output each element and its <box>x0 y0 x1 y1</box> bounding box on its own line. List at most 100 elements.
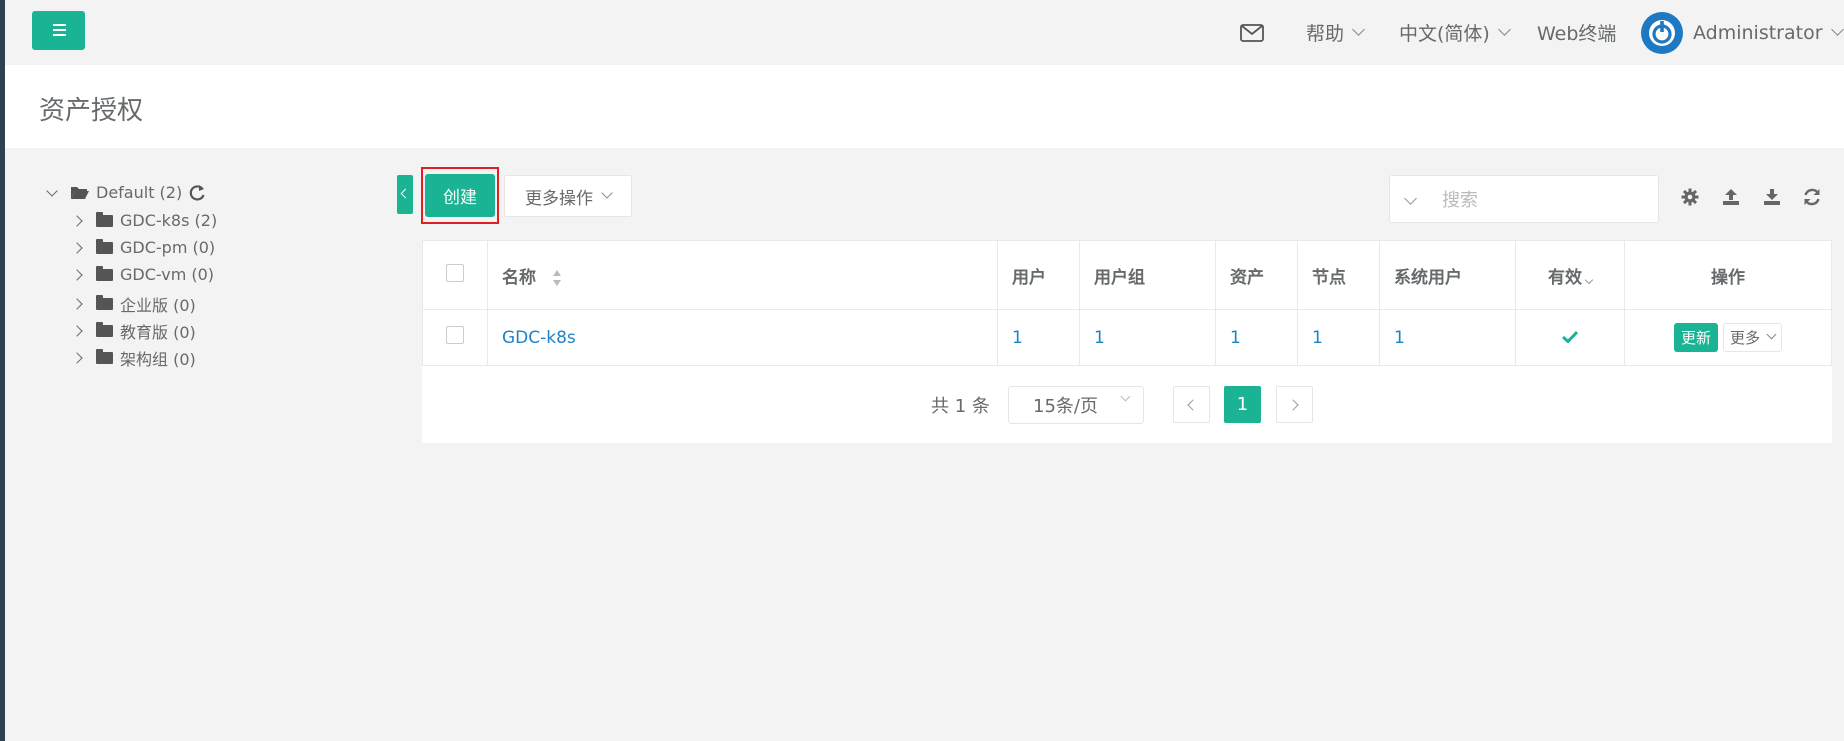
col-actions: 操作 <box>1624 240 1832 310</box>
cell-assets: 1 <box>1215 309 1298 366</box>
folder-icon <box>96 211 113 227</box>
download-icon[interactable] <box>1762 187 1782 207</box>
search-input[interactable] <box>1440 184 1644 216</box>
upload-icon[interactable] <box>1721 187 1741 207</box>
select-all-checkbox[interactable] <box>446 263 464 282</box>
col-valid-label: 有效 <box>1548 267 1582 288</box>
permission-name-link[interactable]: GDC-k8s <box>502 328 576 348</box>
more-actions-label: 更多操作 <box>525 188 593 209</box>
select-all-cell <box>422 240 488 310</box>
users-count-link[interactable]: 1 <box>1012 328 1023 348</box>
page-header: 资产授权 <box>5 65 1844 148</box>
tree-item-gdc-vm[interactable]: GDC-vm (0) <box>71 265 215 284</box>
tree-item-label: GDC-vm (0) <box>120 265 215 284</box>
col-nodes: 节点 <box>1297 240 1380 310</box>
chevron-down-icon <box>1497 23 1511 36</box>
tree-item-architecture[interactable]: 架构组 (0) <box>71 346 196 370</box>
cell-user-groups: 1 <box>1079 309 1216 366</box>
page-1-button[interactable]: 1 <box>1224 386 1261 423</box>
page-title: 资产授权 <box>39 96 144 126</box>
create-button[interactable]: 创建 <box>425 174 495 217</box>
power-icon <box>1649 19 1675 46</box>
col-users: 用户 <box>997 240 1080 310</box>
refresh-icon[interactable] <box>1802 187 1822 207</box>
caret-right-icon[interactable] <box>71 214 83 227</box>
top-navbar: 帮助 中文(简体) Web终端 Administrator <box>5 0 1844 65</box>
hamburger-icon <box>53 24 66 36</box>
user-groups-count-link[interactable]: 1 <box>1094 328 1105 348</box>
caret-right-icon[interactable] <box>71 352 83 364</box>
tree-item-label: 企业版 (0) <box>120 296 196 315</box>
tree-item-gdc-k8s[interactable]: GDC-k8s (2) <box>71 211 218 230</box>
table-row: GDC-k8s 1 1 1 1 1 更新 更多 <box>422 309 1832 366</box>
tree-item-label: GDC-pm (0) <box>120 238 216 257</box>
row-select-cell <box>422 309 488 366</box>
row-more-label: 更多 <box>1730 329 1761 347</box>
folder-icon <box>96 265 113 281</box>
more-actions-dropdown[interactable]: 更多操作 <box>504 175 632 217</box>
tree-root[interactable]: Default (2) <box>46 183 206 202</box>
current-page: 1 <box>1236 394 1249 415</box>
nodes-count-link[interactable]: 1 <box>1312 328 1323 348</box>
folder-icon <box>96 322 113 337</box>
tree-item-gdc-pm[interactable]: GDC-pm (0) <box>71 238 216 257</box>
row-checkbox[interactable] <box>446 326 464 344</box>
tree-item-label: GDC-k8s (2) <box>120 211 218 230</box>
col-valid[interactable]: 有效 <box>1515 240 1625 310</box>
search-box <box>1389 175 1659 223</box>
caret-right-icon[interactable] <box>71 298 83 310</box>
cell-users: 1 <box>997 309 1080 366</box>
avatar <box>1641 11 1683 54</box>
assets-count-link[interactable]: 1 <box>1230 328 1241 348</box>
refresh-icon[interactable] <box>188 184 206 202</box>
web-terminal-link[interactable]: Web终端 <box>1537 0 1616 65</box>
cell-actions: 更新 更多 <box>1624 309 1832 366</box>
user-menu[interactable]: Administrator <box>1641 0 1844 65</box>
caret-right-icon[interactable] <box>71 325 83 337</box>
chevron-down-icon <box>1120 391 1131 402</box>
page-size-select[interactable]: 15条/页 <box>1008 386 1144 424</box>
pagination-total: 共 1 条 <box>931 396 990 417</box>
tree-item-label: 架构组 (0) <box>120 350 196 369</box>
language-menu[interactable]: 中文(简体) <box>1399 0 1511 65</box>
col-user-groups: 用户组 <box>1079 240 1216 310</box>
prev-page-button[interactable] <box>1173 386 1210 423</box>
folder-open-icon <box>71 187 89 199</box>
folder-icon <box>96 295 113 310</box>
caret-right-icon[interactable] <box>71 241 83 254</box>
col-assets: 资产 <box>1215 240 1298 310</box>
chevron-down-icon[interactable] <box>1404 192 1417 205</box>
col-name[interactable]: 名称 <box>487 240 998 310</box>
menu-toggle-button[interactable] <box>32 11 85 50</box>
update-button[interactable]: 更新 <box>1673 323 1718 352</box>
chevron-down-icon <box>601 187 613 199</box>
check-icon <box>1561 330 1579 344</box>
chevron-down-icon <box>1766 329 1777 340</box>
caret-right-icon[interactable] <box>71 268 83 281</box>
chevron-right-icon <box>1287 398 1299 411</box>
language-label: 中文(简体) <box>1399 23 1490 45</box>
tree-collapse-button[interactable] <box>397 175 413 214</box>
help-label: 帮助 <box>1306 23 1345 45</box>
tree-item-education[interactable]: 教育版 (0) <box>71 319 196 343</box>
help-menu[interactable]: 帮助 <box>1306 0 1365 65</box>
table-header-row: 名称 用户 用户组 资产 节点 系统用户 有效 操作 <box>422 240 1832 310</box>
chevron-down-icon <box>1830 23 1844 36</box>
tree-root-label: Default (2) <box>96 183 183 202</box>
sort-icon[interactable] <box>552 269 562 287</box>
caret-down-icon[interactable] <box>46 184 58 197</box>
tree-item-enterprise[interactable]: 企业版 (0) <box>71 292 196 316</box>
chevron-down-icon <box>1352 23 1365 36</box>
cell-nodes: 1 <box>1297 309 1380 366</box>
folder-icon <box>96 238 113 254</box>
settings-icon[interactable] <box>1680 187 1700 207</box>
tree-item-label: 教育版 (0) <box>120 323 196 342</box>
cell-system-users: 1 <box>1379 309 1516 366</box>
next-page-button[interactable] <box>1276 386 1313 423</box>
row-more-dropdown[interactable]: 更多 <box>1723 323 1783 352</box>
mail-icon[interactable] <box>1240 0 1266 65</box>
system-users-count-link[interactable]: 1 <box>1394 328 1405 348</box>
username: Administrator <box>1693 21 1823 44</box>
chevron-left-icon <box>1187 398 1199 411</box>
page-size-value: 15条/页 <box>1033 396 1098 417</box>
